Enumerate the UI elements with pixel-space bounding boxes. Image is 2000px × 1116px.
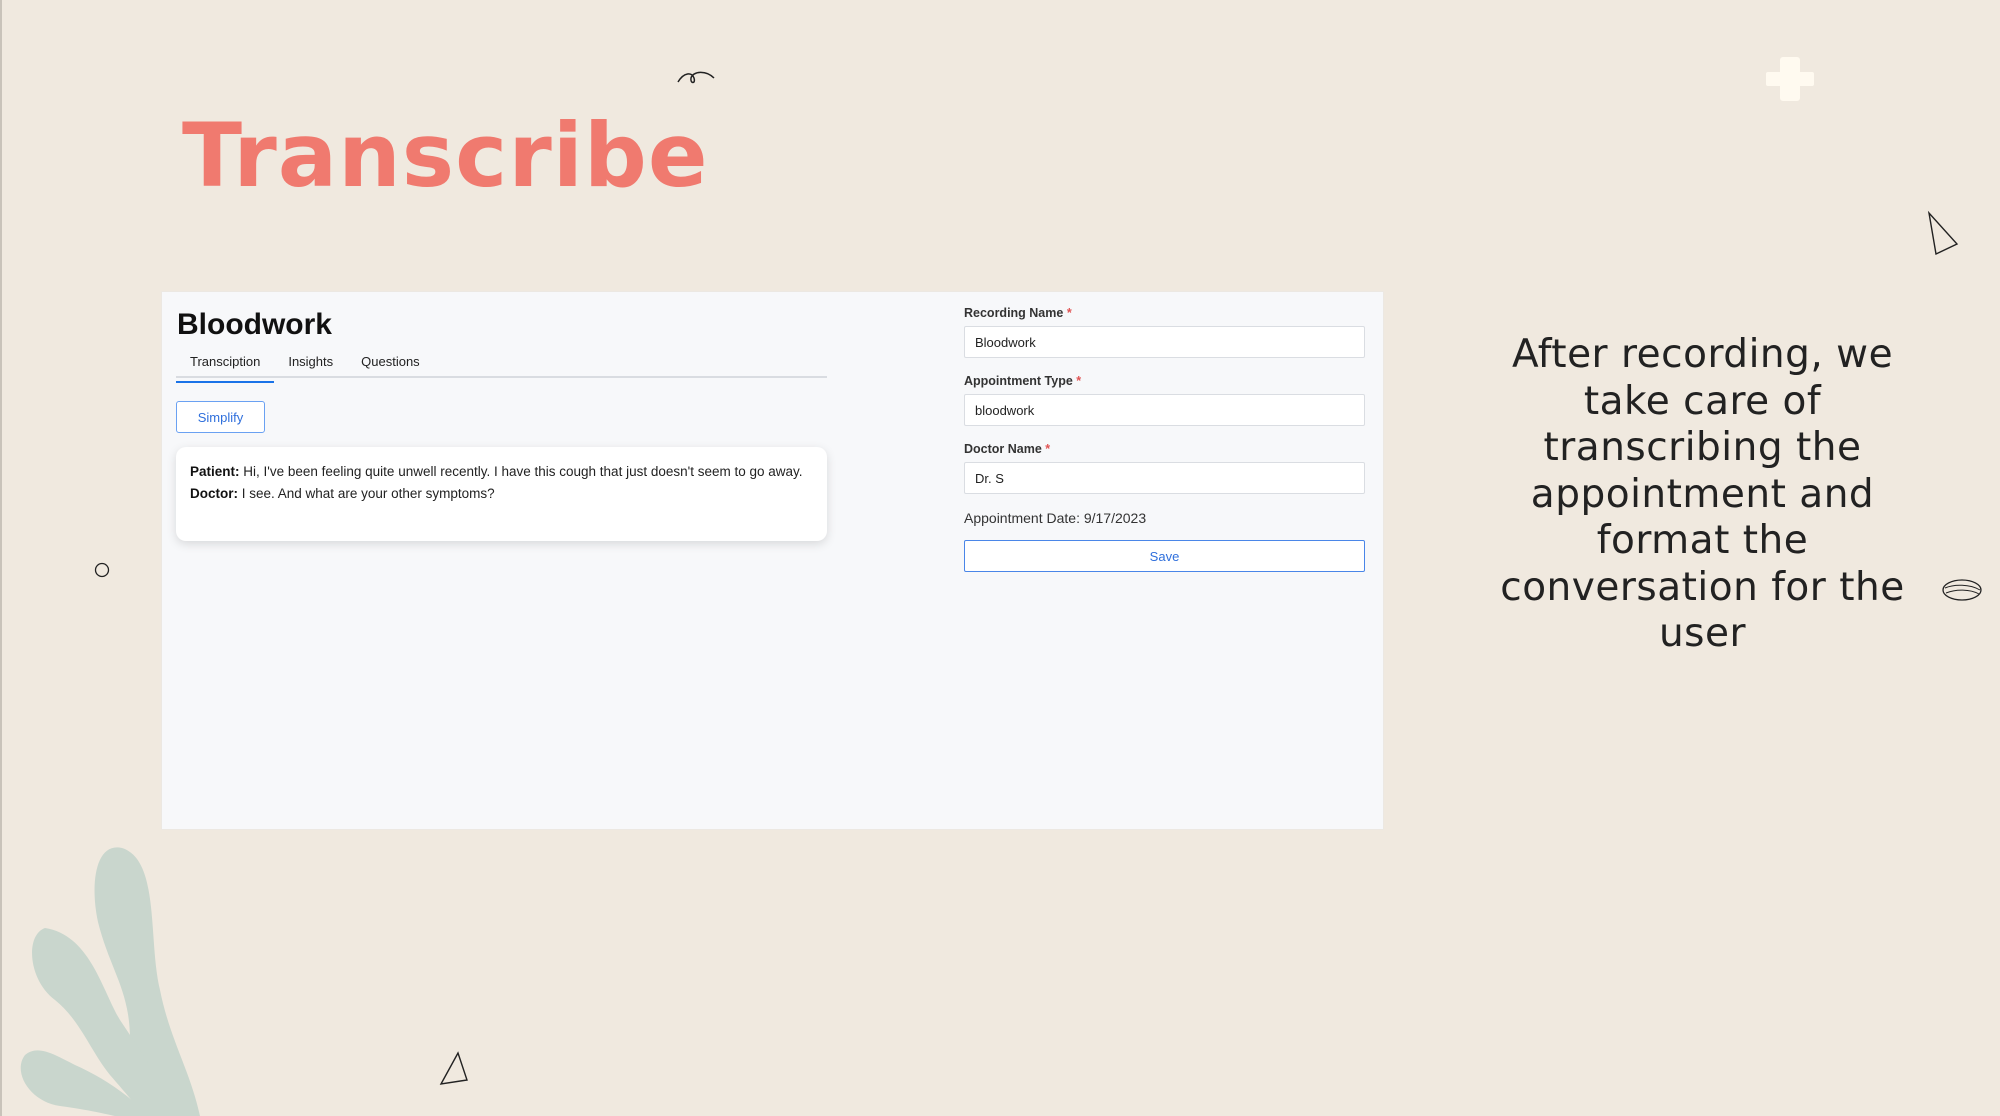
tab-bar: Transciption Insights Questions — [176, 354, 827, 383]
cone-icon — [439, 1051, 468, 1085]
tab-questions[interactable]: Questions — [347, 354, 434, 381]
cone-icon — [1927, 210, 1959, 256]
save-button[interactable]: Save — [964, 540, 1365, 572]
appointment-type-label: Appointment Type * — [964, 374, 1082, 388]
doctor-name-label: Doctor Name * — [964, 442, 1051, 456]
transcript-card: Patient: Hi, I've been feeling quite unw… — [176, 447, 827, 541]
tab-transcription[interactable]: Transciption — [176, 354, 275, 383]
plus-icon — [1766, 57, 1814, 101]
slide-title: Transcribe — [182, 104, 709, 207]
page-title: Bloodwork — [177, 308, 332, 341]
squiggle-icon — [677, 71, 715, 84]
required-mark: * — [1076, 374, 1082, 388]
slide-caption: After recording, we take care of transcr… — [1500, 332, 1905, 656]
required-mark: * — [1045, 442, 1051, 456]
left-edge-line — [0, 0, 2, 1116]
required-mark: * — [1066, 306, 1072, 320]
utterance-text: I see. And what are your other symptoms? — [238, 486, 495, 501]
leaf-icon — [20, 847, 200, 1116]
recording-name-label: Recording Name * — [964, 306, 1072, 320]
transcript-line: Patient: Hi, I've been feeling quite unw… — [190, 461, 813, 483]
pill-icon — [1942, 579, 1982, 601]
doctor-name-field[interactable]: Dr. S — [964, 462, 1365, 494]
app-window: Bloodwork Transciption Insights Question… — [161, 291, 1384, 830]
speaker-label: Patient: — [190, 464, 240, 479]
utterance-text: Hi, I've been feeling quite unwell recen… — [239, 464, 803, 479]
appointment-type-field[interactable]: bloodwork — [964, 394, 1365, 426]
circle-icon — [94, 562, 110, 578]
appointment-date: Appointment Date: 9/17/2023 — [964, 510, 1147, 526]
simplify-button[interactable]: Simplify — [176, 401, 265, 433]
transcript-line: Doctor: I see. And what are your other s… — [190, 483, 813, 505]
recording-name-field[interactable]: Bloodwork — [964, 326, 1365, 358]
tab-insights[interactable]: Insights — [274, 354, 347, 381]
speaker-label: Doctor: — [190, 486, 238, 501]
recording-form: Recording Name * Bloodwork Appointment T… — [964, 306, 1365, 572]
